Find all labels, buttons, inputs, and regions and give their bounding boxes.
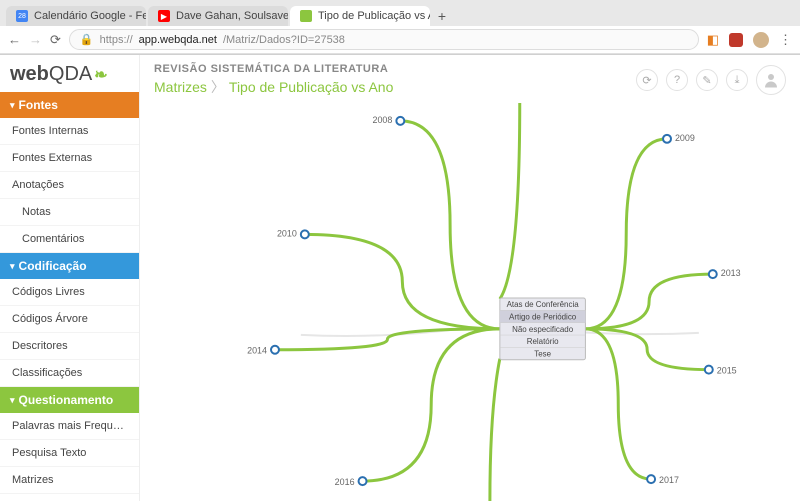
lock-icon: 🔒 bbox=[80, 33, 94, 46]
graph-node[interactable] bbox=[301, 230, 309, 238]
help-icon[interactable]: ? bbox=[666, 69, 688, 91]
sidebar-item[interactable]: Fontes Internas bbox=[0, 118, 139, 145]
graph-node-label: 2017 bbox=[659, 475, 679, 485]
menu-icon[interactable]: ⋮ bbox=[779, 32, 792, 48]
reload-icon[interactable]: ⟳ bbox=[636, 69, 658, 91]
graph-node[interactable] bbox=[271, 346, 279, 354]
tab-title: Calendário Google - Fevereiro bbox=[34, 10, 146, 22]
graph-canvas[interactable]: Atas de Conferência Artigo de Periódico Nã… bbox=[140, 103, 800, 501]
sidebar-section-header[interactable]: ▾ Fontes bbox=[0, 92, 139, 118]
logo-qda: QDA bbox=[49, 63, 92, 86]
browser-tabs: 28 Calendário Google - Fevereiro × ▶ Dav… bbox=[0, 0, 800, 26]
center-item-label[interactable]: Não especificado bbox=[512, 325, 574, 334]
app-icon bbox=[300, 10, 312, 22]
graph-node-label: 2010 bbox=[277, 228, 297, 238]
sidebar-item[interactable]: Matrizes bbox=[0, 467, 139, 494]
calendar-icon: 28 bbox=[16, 10, 28, 22]
sidebar-section-label: Codificação bbox=[19, 259, 87, 273]
sidebar-item[interactable]: Classificações bbox=[0, 360, 139, 387]
back-icon[interactable]: ← bbox=[8, 32, 21, 47]
url-prefix: https:// bbox=[100, 34, 133, 46]
url-path: /Matriz/Dados?ID=27538 bbox=[223, 34, 345, 46]
graph-node-label: 2008 bbox=[372, 115, 392, 125]
graph-node[interactable] bbox=[359, 477, 367, 485]
sidebar-item[interactable]: Códigos Livres bbox=[0, 279, 139, 306]
new-tab-button[interactable]: + bbox=[432, 6, 452, 26]
center-item-label[interactable]: Relatório bbox=[527, 337, 559, 346]
page-subtitle: REVISÃO SISTEMÁTICA DA LITERATURA bbox=[154, 63, 393, 75]
sidebar-item[interactable]: Códigos Árvore bbox=[0, 306, 139, 333]
main-content: REVISÃO SISTEMÁTICA DA LITERATURA Matriz… bbox=[140, 55, 800, 501]
leaf-icon: ❧ bbox=[94, 65, 107, 85]
action-icon[interactable]: ⤓ bbox=[726, 69, 748, 91]
caret-down-icon: ▾ bbox=[10, 261, 15, 272]
action-icon[interactable]: ✎ bbox=[696, 69, 718, 91]
sidebar-section-header[interactable]: ▾ Codificação bbox=[0, 253, 139, 279]
caret-down-icon: ▾ bbox=[10, 100, 15, 111]
logo-web: web bbox=[10, 63, 49, 86]
sidebar: webQDA❧ ▾ Fontes Fontes InternasFontes Ext… bbox=[0, 55, 140, 501]
center-item-label[interactable]: Artigo de Periódico bbox=[509, 313, 577, 322]
graph-node-label: 2015 bbox=[717, 366, 737, 376]
graph-node[interactable] bbox=[647, 475, 655, 483]
forward-icon[interactable]: → bbox=[29, 32, 42, 47]
graph-node-label: 2016 bbox=[335, 477, 355, 487]
graph-node[interactable] bbox=[396, 117, 404, 125]
sidebar-section-label: Questionamento bbox=[19, 393, 114, 407]
browser-tab-active[interactable]: Tipo de Publicação vs Ano × bbox=[290, 6, 430, 26]
breadcrumb-root[interactable]: Matrizes bbox=[154, 79, 207, 95]
extension-icon[interactable]: ◧ bbox=[707, 32, 719, 48]
sidebar-item[interactable]: Descritores bbox=[0, 333, 139, 360]
center-item-label[interactable]: Atas de Conferência bbox=[507, 300, 580, 309]
caret-down-icon: ▾ bbox=[10, 395, 15, 406]
browser-toolbar: ← → ⟳ 🔒 https:// app.webqda.net/Matriz/Da… bbox=[0, 26, 800, 54]
sidebar-item[interactable]: Fontes Externas bbox=[0, 145, 139, 172]
sidebar-item[interactable]: Pesquisa Texto bbox=[0, 440, 139, 467]
tab-title: Tipo de Publicação vs Ano bbox=[318, 10, 430, 22]
url-bar[interactable]: 🔒 https:// app.webqda.net/Matriz/Dados?ID… bbox=[69, 29, 699, 50]
profile-avatar-icon[interactable] bbox=[753, 32, 769, 48]
sidebar-item[interactable]: Anotações bbox=[0, 172, 139, 199]
sidebar-item[interactable]: Comentários bbox=[0, 226, 139, 253]
graph-node[interactable] bbox=[705, 366, 713, 374]
extension-icon[interactable] bbox=[729, 33, 743, 47]
sidebar-section-label: Fontes bbox=[19, 98, 58, 112]
graph-node[interactable] bbox=[663, 135, 671, 143]
graph-node[interactable] bbox=[709, 270, 717, 278]
user-avatar-icon[interactable] bbox=[756, 65, 786, 95]
breadcrumb: Matrizes〉Tipo de Publicação vs Ano bbox=[154, 77, 393, 97]
url-host: app.webqda.net bbox=[139, 34, 217, 46]
breadcrumb-leaf: Tipo de Publicação vs Ano bbox=[229, 79, 393, 95]
browser-tab[interactable]: 28 Calendário Google - Fevereiro × bbox=[6, 6, 146, 26]
chevron-right-icon: 〉 bbox=[211, 79, 225, 95]
graph-node-label: 2014 bbox=[247, 346, 267, 356]
youtube-icon: ▶ bbox=[158, 10, 170, 22]
sidebar-item[interactable]: Notas bbox=[0, 199, 139, 226]
logo[interactable]: webQDA❧ bbox=[0, 55, 139, 92]
center-item-label[interactable]: Tese bbox=[534, 350, 551, 359]
reload-icon[interactable]: ⟳ bbox=[50, 32, 61, 48]
sidebar-item[interactable]: Palavras mais Frequentes bbox=[0, 413, 139, 440]
sidebar-section-header[interactable]: ▾ Questionamento bbox=[0, 387, 139, 413]
tab-title: Dave Gahan, Soulsavers - bbox=[176, 10, 288, 22]
graph-node-label: 2013 bbox=[721, 268, 741, 278]
graph-node-label: 2009 bbox=[675, 133, 695, 143]
browser-tab[interactable]: ▶ Dave Gahan, Soulsavers - × bbox=[148, 6, 288, 26]
